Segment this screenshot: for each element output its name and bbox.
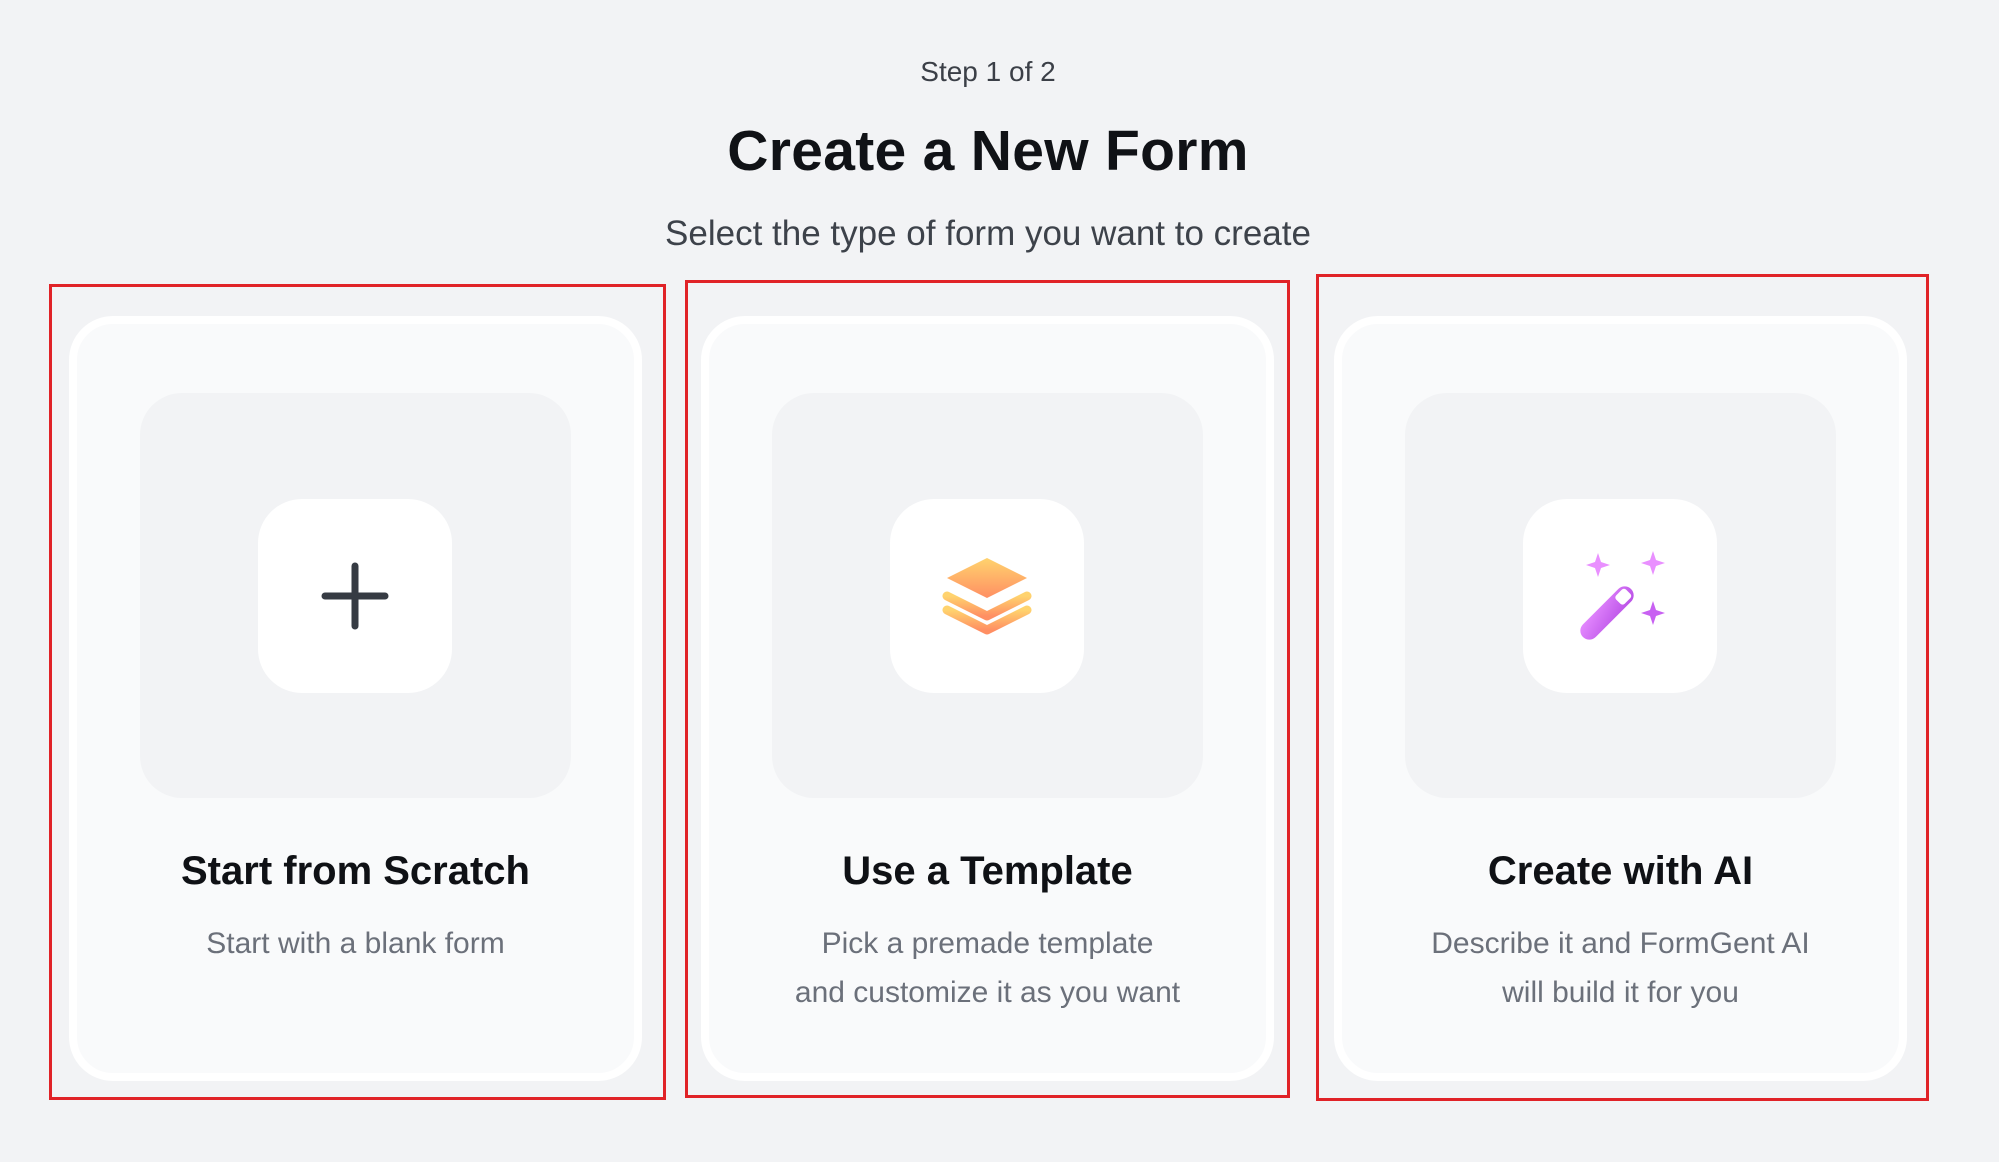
icon-tile: [1523, 499, 1717, 693]
magic-wand-icon: [1580, 551, 1665, 640]
icon-tile: [890, 499, 1084, 693]
option-preview: [1405, 393, 1836, 798]
option-preview: [140, 393, 571, 798]
option-description: Pick a premade template and customize it…: [794, 927, 1181, 1009]
plus-icon: [321, 562, 389, 630]
step-indicator: Step 1 of 2: [920, 56, 1056, 87]
option-card-start-from-scratch[interactable]: Start from Scratch Start with a blank fo…: [69, 316, 642, 1081]
page-subtitle: Select the type of form you want to crea…: [665, 214, 1311, 253]
option-title: Create with AI: [1487, 849, 1754, 893]
option-card-create-with-ai[interactable]: Create with AI Describe it and FormGent …: [1334, 316, 1907, 1081]
page-title: Create a New Form: [727, 119, 1249, 183]
option-description: Describe it and FormGent AI will build i…: [1431, 927, 1810, 1009]
option-description: Start with a blank form: [206, 927, 505, 960]
option-title: Start from Scratch: [181, 849, 530, 893]
option-card-use-a-template[interactable]: Use a Template Pick a premade template a…: [701, 316, 1274, 1081]
layers-icon: [942, 558, 1032, 635]
option-preview: [772, 393, 1203, 798]
icon-tile: [258, 499, 452, 693]
option-title: Use a Template: [842, 849, 1133, 893]
